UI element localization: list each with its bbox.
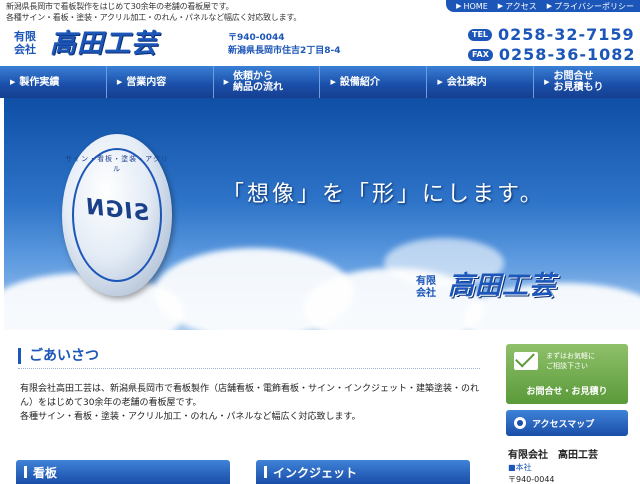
fax-badge: FAX bbox=[468, 49, 493, 61]
address: 新潟県長岡市住吉2丁目8-4 bbox=[228, 46, 341, 56]
nav-item-works[interactable]: ▶ 製作実績 bbox=[0, 66, 107, 98]
map-pin-icon bbox=[514, 417, 526, 429]
greeting-paragraph-2: 各種サイン・看板・塗装・アクリル加工・のれん・パネルなど幅広く対応致します。 bbox=[20, 412, 361, 422]
main-nav: ▶ 製作実績 ▶ 営業内容 ▶ 依頼から 納品の流れ ▶ 設備紹介 ▶ 会社案内 ▶ お問合… bbox=[0, 66, 640, 98]
company-kind: 有限会社 bbox=[14, 30, 36, 56]
tel-row: TEL 0258-32-7159 bbox=[468, 26, 635, 44]
address-block: 〒940-0044 新潟県長岡市住吉2丁目8-4 bbox=[228, 32, 341, 58]
arrow-right-icon: ▶ bbox=[544, 77, 550, 86]
top-link-privacy[interactable]: ▶ プライバシーポリシー bbox=[547, 1, 634, 12]
sidebar-branch: ■本社 bbox=[508, 463, 532, 472]
hero-banner: サイン・看板・塗装・アクリル SIGN 「想像」を「形」にします。 有限会社 高… bbox=[4, 98, 640, 330]
tagline-line1: 新潟県長岡市で看板製作をはじめて30余年の老舗の看板屋です。 bbox=[6, 2, 234, 11]
section-tab-inkjet[interactable]: インクジェット bbox=[256, 460, 470, 484]
top-link-home[interactable]: ▶ HOME bbox=[456, 2, 488, 11]
tagline-line2: 各種サイン・看板・塗装・アクリル加工・のれん・パネルなど幅広く対応致します。 bbox=[6, 13, 302, 22]
badge-ring-text: サイン・看板・塗装・アクリル bbox=[65, 155, 169, 173]
contact-cta-label: お問合せ・お見積り bbox=[526, 387, 608, 397]
hero-slogan: 「想像」を「形」にします。 bbox=[222, 182, 545, 207]
hero-company-kind: 有限会社 bbox=[416, 276, 436, 299]
mail-icon bbox=[514, 352, 538, 370]
top-strip: 新潟県長岡市で看板製作をはじめて30余年の老舗の看板屋です。 各種サイン・看板・… bbox=[0, 0, 640, 26]
sidebar-company-name: 有限会社 高田工芸 bbox=[508, 450, 598, 461]
contact-note: まずはお気軽に ご相談下さい bbox=[546, 352, 595, 370]
divider bbox=[18, 368, 480, 369]
nav-item-equipment[interactable]: ▶ 設備紹介 bbox=[320, 66, 428, 98]
greeting-paragraph-1: 有限会社高田工芸は、新潟県長岡市で看板製作（店舗看板・電飾看板・サイン・インクジ… bbox=[20, 384, 480, 408]
hero-logo: 高田工芸 bbox=[448, 271, 557, 301]
site-logo[interactable]: 高田工芸 bbox=[50, 28, 158, 60]
nav-item-flow[interactable]: ▶ 依頼から 納品の流れ bbox=[214, 66, 321, 98]
arrow-right-icon: ▶ bbox=[456, 2, 462, 10]
postal-code: 〒940-0044 bbox=[228, 33, 285, 43]
tab-bar-icon bbox=[264, 466, 267, 478]
nav-item-company[interactable]: ▶ 会社案内 bbox=[427, 66, 535, 98]
sign-badge-icon: サイン・看板・塗装・アクリル SIGN bbox=[62, 134, 172, 296]
arrow-right-icon: ▶ bbox=[330, 77, 336, 86]
arrow-right-icon: ▶ bbox=[10, 77, 16, 86]
arrow-right-icon: ▶ bbox=[223, 77, 230, 86]
greeting-text: 有限会社高田工芸は、新潟県長岡市で看板製作（店舗看板・電飾看板・サイン・インクジ… bbox=[20, 382, 490, 424]
access-map-button[interactable]: アクセスマップ bbox=[506, 410, 628, 436]
nav-item-contact[interactable]: ▶ お問合せ お見積もり bbox=[534, 66, 640, 98]
tel-badge: TEL bbox=[468, 29, 493, 41]
header: 有限会社 高田工芸 〒940-0044 新潟県長岡市住吉2丁目8-4 TEL 0… bbox=[0, 26, 640, 66]
section-tab-signboard[interactable]: 看板 bbox=[16, 460, 230, 484]
fax-row: FAX 0258-36-1082 bbox=[468, 46, 636, 64]
arrow-right-icon: ▶ bbox=[116, 77, 123, 86]
arrow-right-icon: ▶ bbox=[546, 2, 553, 10]
arrow-right-icon: ▶ bbox=[437, 77, 443, 86]
tel-number[interactable]: 0258-32-7159 bbox=[498, 26, 635, 44]
contact-button[interactable]: まずはお気軽に ご相談下さい お問合せ・お見積り bbox=[506, 344, 628, 404]
fax-number: 0258-36-1082 bbox=[498, 45, 636, 64]
nav-item-services[interactable]: ▶ 営業内容 bbox=[107, 66, 214, 98]
arrow-right-icon: ▶ bbox=[497, 2, 504, 10]
top-links: ▶ HOME ▶ アクセス ▶ プライバシーポリシー bbox=[446, 0, 640, 12]
greeting-title: ごあいさつ bbox=[18, 348, 99, 364]
tab-bar-icon bbox=[24, 466, 27, 478]
sidebar-postal: 〒940-0044 bbox=[508, 475, 555, 484]
top-link-access[interactable]: ▶ アクセス bbox=[498, 1, 537, 12]
